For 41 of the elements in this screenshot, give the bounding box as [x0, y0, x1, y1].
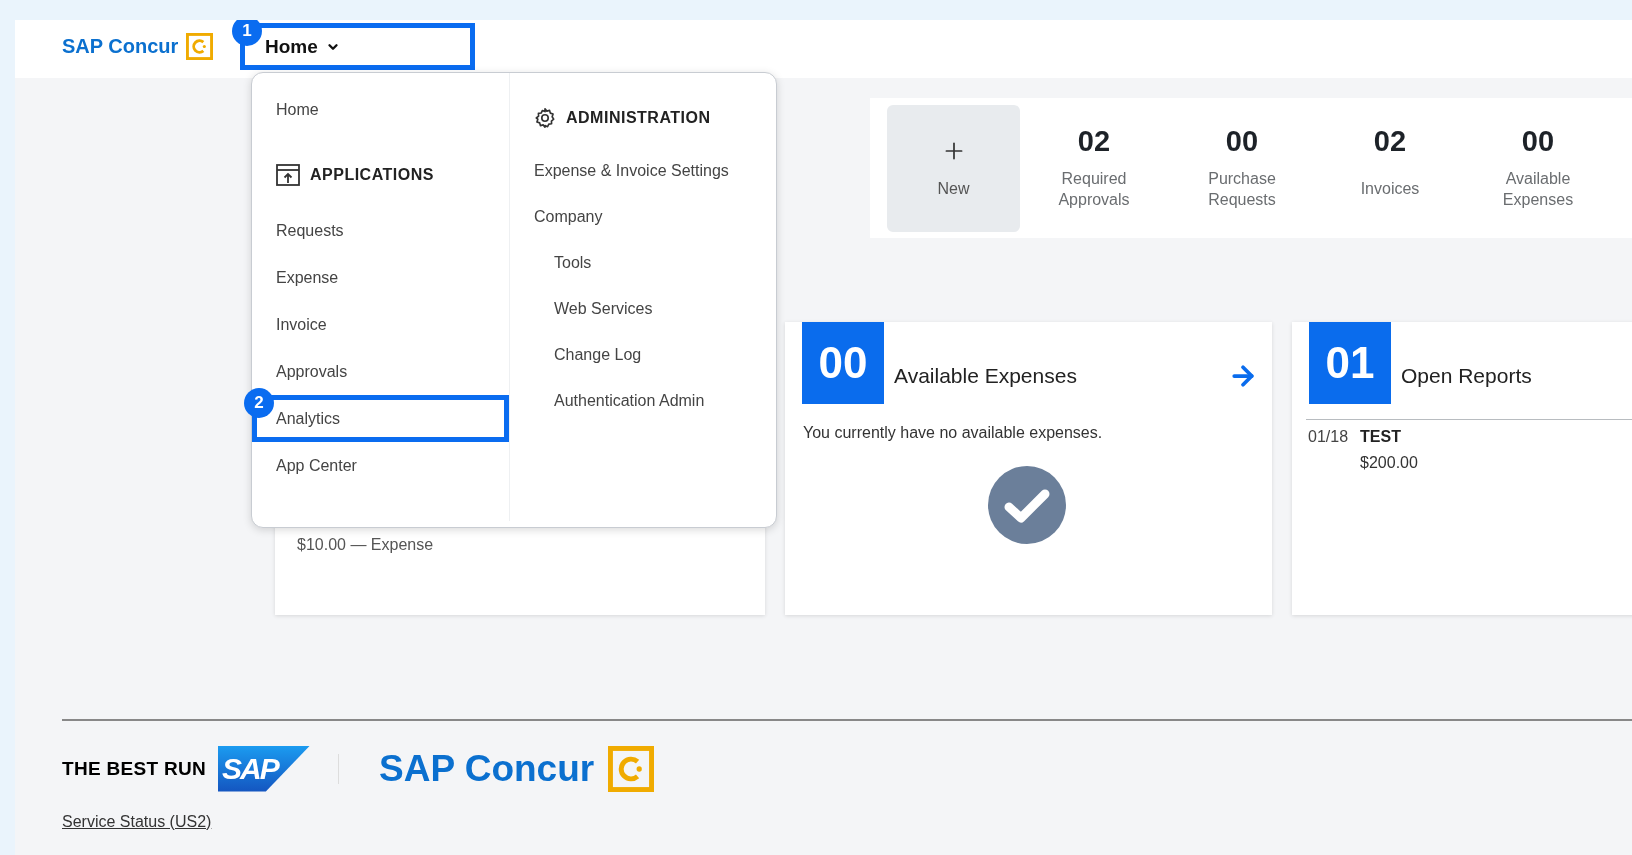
tagline: THE BEST RUN [62, 757, 206, 780]
expense-text: $10.00 — Expense [297, 536, 435, 554]
menu-item[interactable]: Expense & Invoice Settings [534, 148, 776, 194]
menu-item[interactable]: Invoice [252, 301, 509, 348]
menu-item[interactable]: Analytics [271, 400, 341, 437]
report-date: 01/18 [1308, 428, 1349, 447]
settings-icon [534, 107, 556, 129]
menu-item[interactable]: Expense [252, 254, 509, 301]
empty-message: You currently have no available expenses. [803, 424, 1104, 442]
count-badge: 00 [802, 322, 884, 404]
callout-number: 2 [244, 388, 274, 418]
section-heading: ADMINISTRATION [566, 109, 711, 127]
concur-logo-icon [608, 745, 655, 792]
callout-number: 1 [232, 20, 262, 46]
check-circle-icon [988, 466, 1066, 544]
stat-tile[interactable]: 02 Required Approvals [1020, 124, 1168, 212]
stat-tile[interactable]: 00 Available Expenses [1464, 124, 1612, 212]
stat-tile[interactable]: 00 Purchase Requests [1168, 124, 1316, 212]
menu-item[interactable]: Requests [252, 207, 509, 254]
sap-logo: SAP [218, 745, 310, 792]
menu-item[interactable]: Company [534, 194, 776, 240]
upload-box-icon [276, 164, 300, 186]
brand-logo-text: SAP Concur [379, 747, 595, 790]
menu-item[interactable]: Tools [534, 240, 776, 286]
menu-item[interactable]: App Center [252, 442, 509, 489]
menu-item[interactable]: Web Services [534, 286, 776, 332]
card-title: Open Reports [1401, 364, 1533, 388]
report-amount: $200.00 [1360, 454, 1418, 472]
new-button[interactable]: New [887, 104, 1020, 232]
report-name[interactable]: TEST [1360, 428, 1418, 446]
home-nav-button[interactable]: Home [259, 28, 340, 65]
count-badge: 01 [1309, 322, 1391, 404]
section-heading: APPLICATIONS [310, 166, 434, 184]
menu-item[interactable]: Home [252, 95, 509, 125]
service-status-link[interactable]: Service Status (US2) [62, 812, 212, 831]
logo-text: SAP Concur [62, 35, 179, 58]
card-title: Available Expenses [894, 364, 1078, 388]
menu-item[interactable]: Authentication Admin [534, 378, 776, 424]
menu-item[interactable]: Change Log [534, 332, 776, 378]
stat-tile[interactable]: 02 Invoices [1316, 124, 1464, 212]
concur-logo-icon [186, 33, 214, 60]
